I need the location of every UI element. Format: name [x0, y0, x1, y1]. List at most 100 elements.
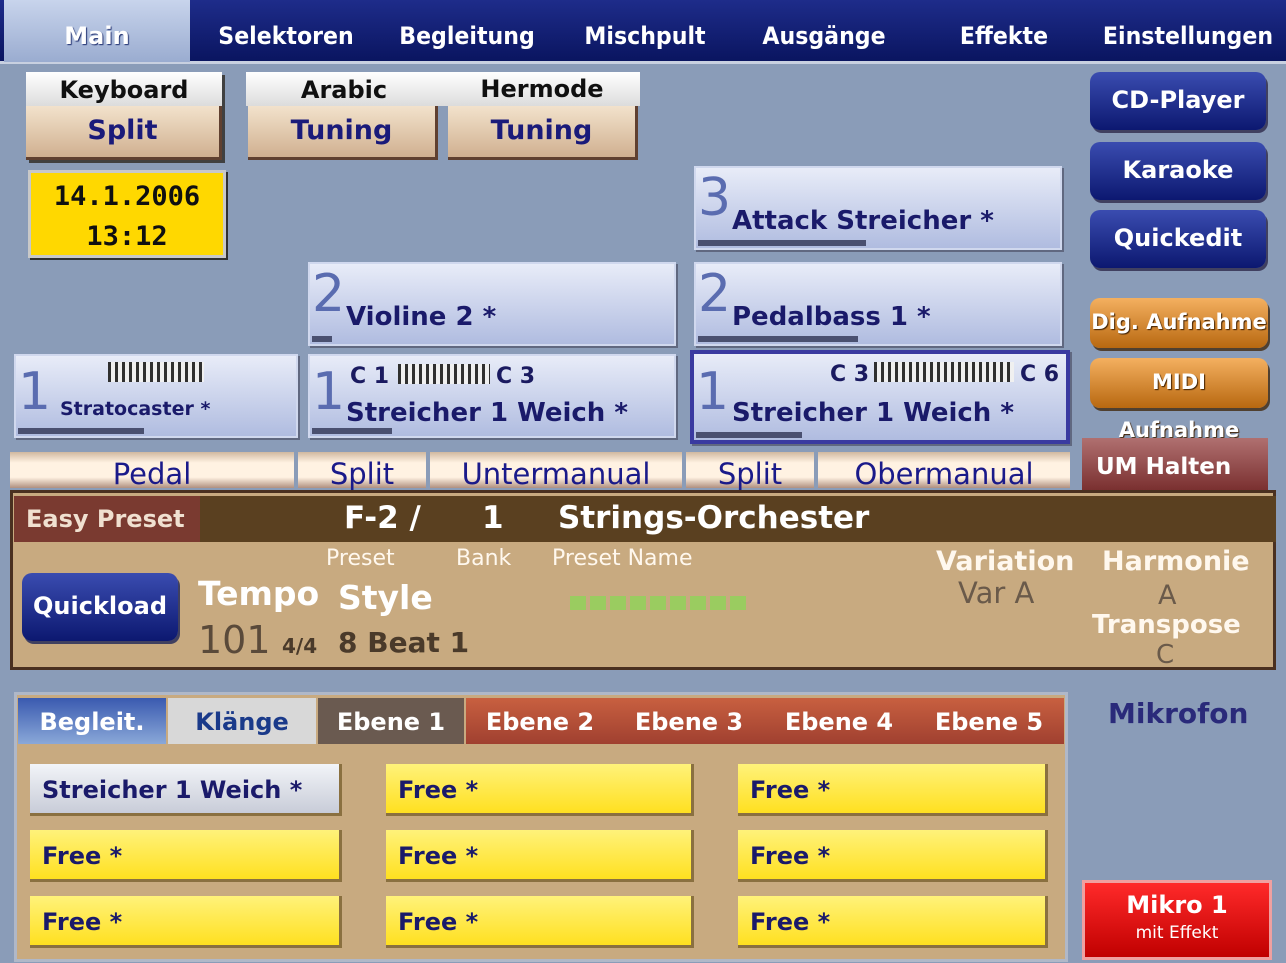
menu-tab-begleitung[interactable]: Begleitung	[389, 0, 545, 62]
split-lower-button[interactable]: Split	[298, 452, 426, 491]
menu-tab-mischpult[interactable]: Mischpult	[574, 0, 716, 62]
variation-value[interactable]: Var A	[958, 576, 1034, 610]
style-value[interactable]: 8 Beat 1	[338, 626, 469, 659]
cd-player-button[interactable]: CD-Player	[1090, 72, 1266, 130]
voice-slot[interactable]: Free *	[30, 896, 342, 948]
voice-upper-2[interactable]: 2 Pedalbass 1 *	[694, 262, 1062, 346]
preset-name: Strings-Orchester	[558, 500, 870, 536]
quickedit-button[interactable]: Quickedit	[1090, 210, 1266, 268]
menu-tab-selektoren[interactable]: Selektoren	[203, 0, 369, 62]
harmonie-label: Harmonie	[1102, 546, 1250, 577]
midi-aufnahme-button[interactable]: MIDI Aufnahme	[1090, 358, 1268, 442]
keyboard-range-icon	[398, 364, 490, 384]
keyboard-split-button[interactable]: Keyboard Split	[26, 72, 222, 160]
tab-begleit[interactable]: Begleit.	[18, 698, 166, 744]
volume-bar	[18, 428, 144, 434]
arabic-label: Arabic	[300, 76, 388, 104]
bank-number: 1	[482, 500, 504, 536]
keyboard-range-icon	[108, 362, 204, 382]
range-high: C 3	[496, 364, 536, 389]
range-low: C 3	[830, 362, 870, 387]
obermanual-button[interactable]: Obermanual	[818, 452, 1070, 491]
tab-klange[interactable]: Klänge	[168, 698, 316, 744]
voice-lower-2[interactable]: 2 Violine 2 *	[308, 262, 676, 346]
hermode-label: Hermode	[480, 75, 604, 103]
keyboard-label: Keyboard	[26, 72, 222, 106]
voice-number: 2	[312, 264, 346, 324]
volume-bar	[698, 240, 866, 246]
tab-ebene-1[interactable]: Ebene 1	[318, 698, 464, 744]
split-upper-button[interactable]: Split	[686, 452, 814, 491]
voice-slot[interactable]: Free *	[738, 896, 1048, 948]
transpose-label: Transpose	[1092, 610, 1241, 640]
menu-tab-main[interactable]: Main	[4, 0, 190, 62]
split-label: Split	[26, 106, 222, 160]
range-low: C 1	[350, 364, 390, 389]
tab-ebene-5[interactable]: Ebene 5	[914, 698, 1064, 744]
tab-ebene-4[interactable]: Ebene 4	[764, 698, 914, 744]
tuning-group: Arabic Hermode Tuning Tuning	[246, 72, 640, 160]
voice-slot[interactable]: Free *	[738, 830, 1048, 882]
preset-name-label: Preset Name	[552, 546, 693, 571]
um-halten-button[interactable]: UM Halten	[1082, 438, 1268, 490]
quickload-button[interactable]: Quickload	[22, 573, 178, 641]
voice-number: 2	[698, 264, 732, 324]
time-signature: 4/4	[282, 634, 318, 658]
volume-bar	[312, 336, 332, 342]
time-text: 13:12	[86, 221, 168, 252]
level-meter	[570, 596, 746, 610]
variation-label: Variation	[936, 546, 1075, 577]
voice-name: Streicher 1 Weich *	[346, 398, 628, 428]
voice-upper-1[interactable]: 1 C 3 C 6 Streicher 1 Weich *	[690, 350, 1070, 444]
style-label: Style	[338, 578, 433, 617]
tempo-label: Tempo	[198, 574, 320, 613]
tab-ebene-2[interactable]: Ebene 2	[466, 698, 614, 744]
untermanual-button[interactable]: Untermanual	[430, 452, 682, 491]
voice-slot[interactable]: Streicher 1 Weich *	[30, 764, 342, 816]
transpose-value[interactable]: C	[1156, 640, 1174, 670]
hermode-tuning-button[interactable]: Tuning	[448, 106, 638, 160]
harmonie-value[interactable]: A	[1158, 580, 1176, 611]
menu-tab-effekte[interactable]: Effekte	[940, 0, 1069, 62]
menu-tab-einstellungen[interactable]: Einstellungen	[1098, 0, 1278, 62]
tab-ebene-3[interactable]: Ebene 3	[614, 698, 764, 744]
main-menu-bar: Main Selektoren Begleitung Mischpult Aus…	[0, 0, 1286, 64]
easy-preset-button[interactable]: Easy Preset	[14, 496, 200, 542]
arabic-tuning-button[interactable]: Tuning	[248, 106, 438, 160]
bank-label: Bank	[456, 546, 512, 571]
tempo-value[interactable]: 101	[198, 618, 271, 662]
voice-slot[interactable]: Free *	[386, 830, 694, 882]
voice-upper-3[interactable]: 3 Attack Streicher *	[694, 166, 1062, 250]
volume-bar	[698, 336, 858, 342]
voice-lower-1[interactable]: 1 C 1 C 3 Streicher 1 Weich *	[308, 354, 676, 438]
voice-name: Violine 2 *	[346, 302, 497, 332]
range-high: C 6	[1020, 362, 1060, 387]
voice-number: 1	[312, 362, 346, 422]
preset-number: F-2 /	[344, 500, 421, 536]
voice-slot[interactable]: Free *	[30, 830, 342, 882]
volume-bar	[696, 432, 802, 438]
voice-pedal-1[interactable]: 1 Stratocaster *	[14, 354, 298, 438]
voice-name: Streicher 1 Weich *	[732, 398, 1014, 428]
voice-slot[interactable]: Free *	[386, 764, 694, 816]
pedal-button[interactable]: Pedal	[10, 452, 294, 491]
voice-number: 1	[696, 362, 730, 422]
voice-slot[interactable]: Free *	[738, 764, 1048, 816]
preset-label: Preset	[326, 546, 395, 571]
voice-name: Attack Streicher *	[732, 206, 994, 236]
mikrofon-label: Mikrofon	[1108, 697, 1249, 730]
mikro-1-title: Mikro 1	[1126, 891, 1228, 919]
volume-bar	[312, 428, 392, 434]
voice-name: Stratocaster *	[60, 398, 211, 420]
voice-name: Pedalbass 1 *	[732, 302, 931, 332]
karaoke-button[interactable]: Karaoke	[1090, 142, 1266, 200]
keyboard-range-icon	[874, 362, 1014, 382]
datetime-display: 14.1.2006 13:12	[28, 170, 226, 258]
voice-number: 1	[18, 362, 52, 422]
mikro-1-button[interactable]: Mikro 1 mit Effekt	[1082, 880, 1272, 960]
dig-aufnahme-button[interactable]: Dig. Aufnahme	[1090, 298, 1268, 348]
menu-tab-ausgaenge[interactable]: Ausgänge	[750, 0, 897, 62]
voice-slot[interactable]: Free *	[386, 896, 694, 948]
date-text: 14.1.2006	[53, 181, 201, 212]
voice-number: 3	[698, 168, 732, 228]
